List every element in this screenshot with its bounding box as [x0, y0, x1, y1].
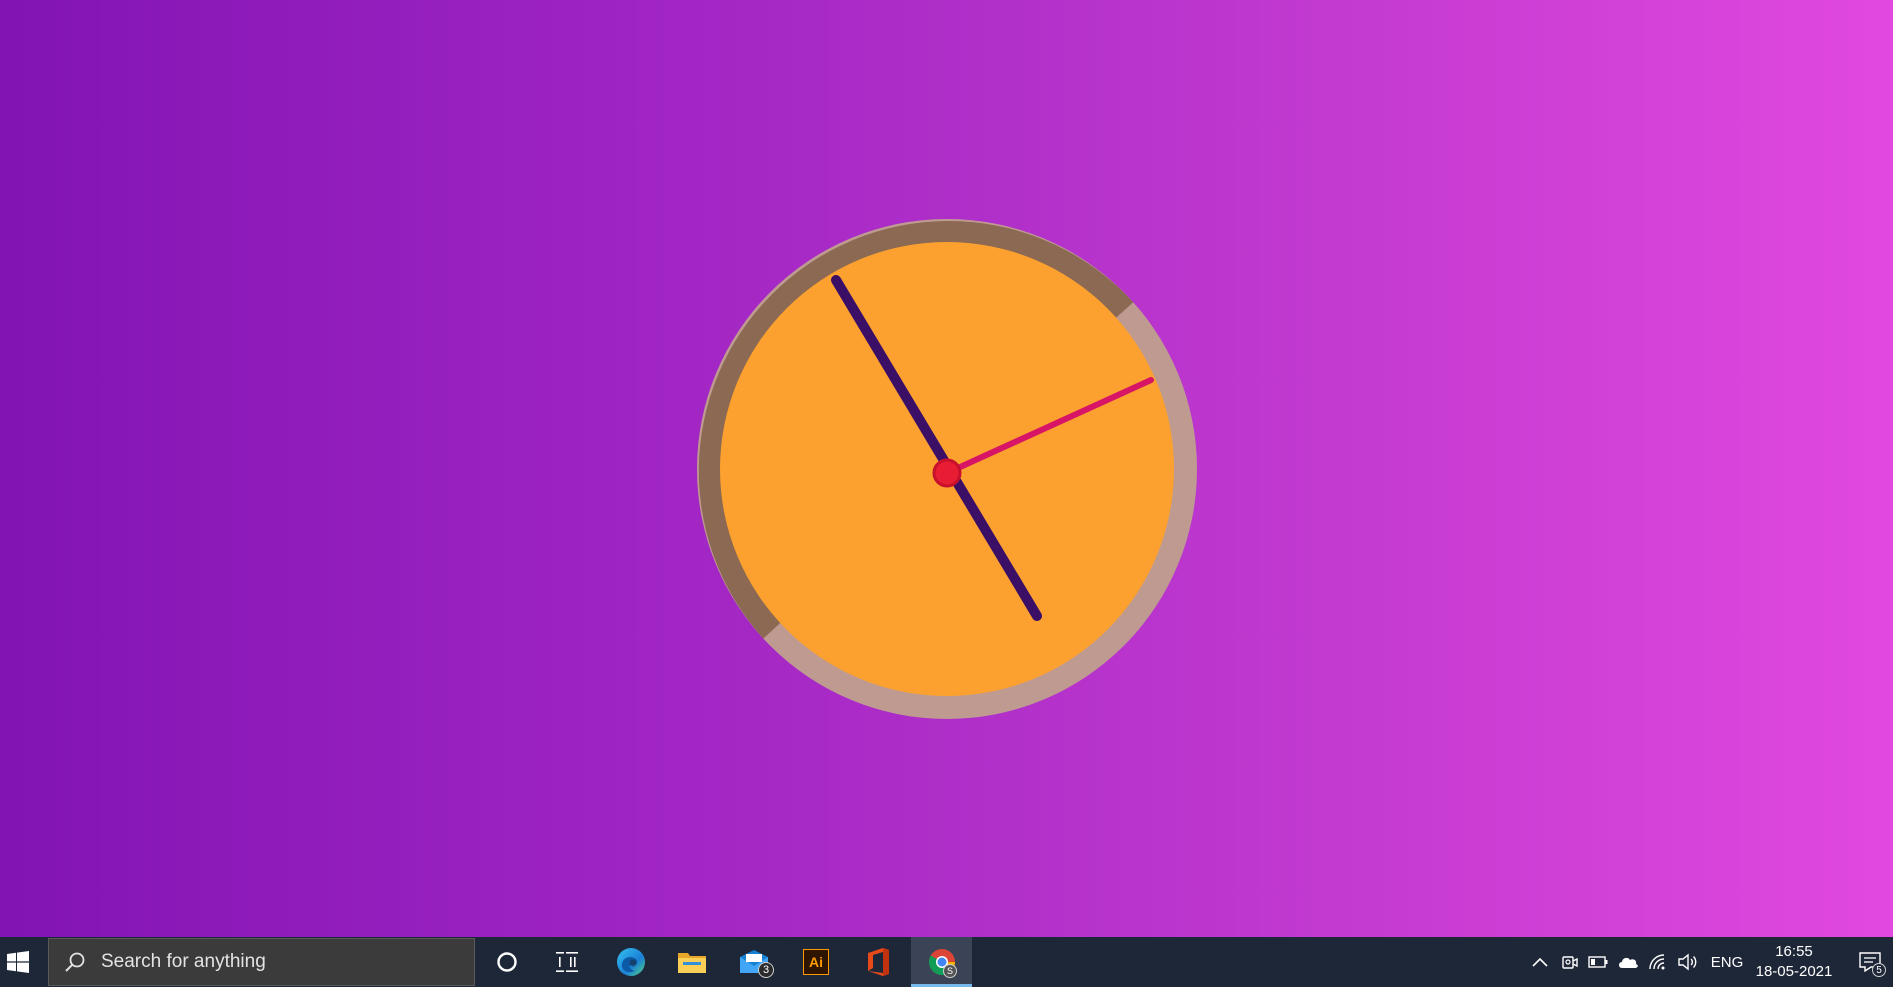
desktop-background — [0, 0, 1893, 937]
taskbar-app-edge[interactable] — [605, 937, 657, 987]
language-indicator[interactable]: ENG — [1706, 937, 1748, 987]
system-date: 18-05-2021 — [1755, 963, 1833, 980]
folder-icon — [678, 953, 706, 973]
mail-unread-badge: 3 — [758, 962, 774, 978]
tray-battery[interactable] — [1584, 937, 1612, 987]
taskbar-app-office[interactable] — [852, 937, 904, 987]
system-time: 16:55 — [1775, 943, 1813, 960]
analog-clock — [685, 207, 1209, 731]
office-icon — [868, 948, 889, 976]
taskbar-app-chrome[interactable]: S — [911, 937, 972, 987]
meet-now-icon — [1562, 956, 1578, 969]
tray-onedrive[interactable] — [1614, 937, 1642, 987]
volume-icon — [1678, 953, 1697, 971]
taskbar-app-illustrator[interactable]: Ai — [790, 937, 842, 987]
notification-count-badge: 5 — [1872, 963, 1886, 977]
wifi-icon — [1649, 954, 1665, 970]
taskbar-app-file-explorer[interactable] — [666, 937, 718, 987]
search-box[interactable] — [48, 938, 475, 986]
tray-volume[interactable] — [1674, 937, 1702, 987]
task-view-button[interactable] — [550, 937, 584, 987]
chevron-up-icon — [1532, 957, 1548, 967]
illustrator-icon: Ai — [803, 949, 829, 975]
tray-network[interactable] — [1644, 937, 1672, 987]
chrome-profile-badge: S — [943, 964, 957, 978]
cloud-icon — [1619, 957, 1638, 968]
system-clock[interactable]: 16:55 18-05-2021 — [1752, 937, 1836, 987]
clock-svg — [697, 219, 1197, 719]
start-button[interactable] — [0, 937, 36, 987]
tray-meet-now[interactable] — [1556, 937, 1584, 987]
show-hidden-icons-button[interactable] — [1526, 937, 1554, 987]
search-icon — [65, 952, 85, 972]
taskbar-app-mail[interactable]: 3 — [728, 937, 780, 987]
search-input[interactable] — [99, 950, 403, 974]
clock-center-dot — [932, 458, 962, 488]
cortana-icon — [497, 952, 517, 972]
edge-icon — [617, 948, 645, 976]
illustrator-icon-label: Ai — [809, 954, 823, 970]
action-center-button[interactable]: 5 — [1852, 937, 1888, 987]
task-view-icon — [556, 952, 578, 972]
taskbar: 3 Ai S — [0, 937, 1893, 987]
battery-icon — [1588, 956, 1608, 968]
windows-icon — [7, 951, 29, 973]
cortana-button[interactable] — [490, 937, 524, 987]
